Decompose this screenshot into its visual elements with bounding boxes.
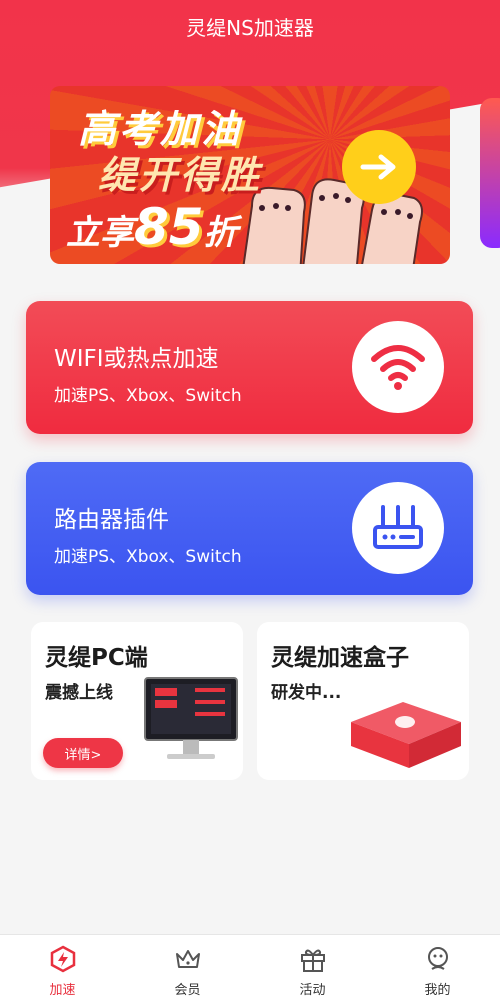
- card-title: WIFI或热点加速: [54, 346, 219, 372]
- app-title: 灵缇NS加速器: [186, 16, 314, 40]
- banner-arrow-button[interactable]: [342, 130, 416, 204]
- gift-icon: [300, 949, 325, 972]
- wifi-icon: [371, 345, 425, 390]
- wifi-icon-circle: [352, 321, 444, 413]
- banner-discount-number: 85: [134, 198, 204, 256]
- banner-discount-prefix: 立享: [66, 213, 134, 253]
- card-subtitle: 加速PS、Xbox、Switch: [54, 547, 242, 567]
- nav-tab-events[interactable]: 活动: [250, 935, 375, 1000]
- promo-banner[interactable]: 高考加油 缇开得胜 立享85折: [50, 86, 450, 264]
- pc-client-card[interactable]: 灵缇PC端 震撼上线 详情>: [31, 622, 243, 780]
- arrow-right-icon: [360, 154, 396, 180]
- banner-discount-suffix: 折: [203, 213, 238, 253]
- router-icon-circle: [352, 482, 444, 574]
- nav-label: 加速: [49, 983, 76, 998]
- bottom-navigation: 加速 会员 活动 我的: [0, 934, 500, 1000]
- pc-card-title: 灵缇PC端: [45, 645, 148, 671]
- pc-details-button[interactable]: 详情>: [43, 738, 123, 768]
- card-subtitle: 加速PS、Xbox、Switch: [54, 386, 242, 406]
- nav-label: 活动: [299, 983, 326, 998]
- banner-headline-2: 缇开得胜: [98, 153, 263, 197]
- accel-box-illustration: [351, 702, 461, 768]
- pc-card-subtitle: 震撼上线: [45, 683, 113, 703]
- router-plugin-card[interactable]: 路由器插件 加速PS、Xbox、Switch: [26, 462, 473, 595]
- accel-box-card[interactable]: 灵缇加速盒子 研发中...: [257, 622, 469, 780]
- nav-tab-profile[interactable]: 我的: [375, 935, 500, 1000]
- wifi-hotspot-accel-card[interactable]: WIFI或热点加速 加速PS、Xbox、Switch: [26, 301, 473, 434]
- nav-label: 会员: [174, 983, 201, 998]
- monitor-illustration: [144, 677, 238, 759]
- router-icon: [373, 505, 423, 549]
- nav-tab-accelerate[interactable]: 加速: [0, 935, 125, 1000]
- robot-face-icon: [427, 947, 448, 970]
- next-banner-preview[interactable]: [480, 98, 500, 248]
- nav-tab-membership[interactable]: 会员: [125, 935, 250, 1000]
- lightning-shield-icon: [50, 945, 75, 973]
- box-card-title: 灵缇加速盒子: [271, 645, 409, 671]
- crown-icon: [175, 950, 200, 968]
- card-title: 路由器插件: [54, 507, 169, 533]
- banner-discount: 立享85折: [66, 198, 238, 256]
- nav-label: 我的: [424, 983, 451, 998]
- box-card-subtitle: 研发中...: [271, 683, 342, 703]
